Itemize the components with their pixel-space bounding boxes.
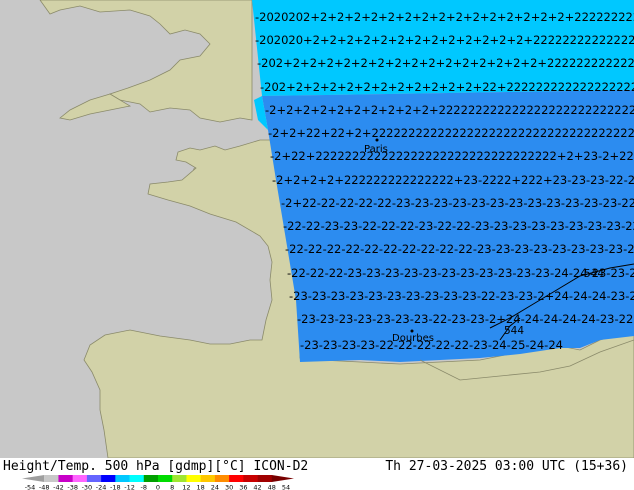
color-scale-segment	[214, 475, 230, 482]
city-label-dourbes: Dourbes	[392, 333, 434, 344]
map-title: Height/Temp. 500 hPa [gdmp][°C] ICON-D2	[3, 459, 309, 474]
color-scale-segment	[44, 475, 59, 482]
color-scale-segment	[101, 475, 116, 482]
color-scale-tick-label: 8	[170, 484, 174, 490]
contour-label: 544	[504, 325, 524, 337]
color-scale-segment	[58, 475, 73, 482]
color-scale-segment	[129, 475, 145, 482]
color-scale-segment	[200, 475, 216, 482]
weather-map: -2020202+2+2+2+2+2+2+2+2+2+2+2+2+2+2+2+2…	[0, 0, 634, 458]
temp-row: -2+2+2+2+2+2+2+2+2+2+2222222222222222222…	[265, 103, 634, 117]
color-scale-segment	[243, 475, 258, 482]
color-scale-tick-label: -54	[25, 484, 36, 490]
temp-row: -202020+2+2+2+2+2+2+2+2+2+2+2+2+2+222222…	[255, 33, 634, 47]
temp-row: -2+22+222222222222222222222222222222222+…	[270, 149, 634, 163]
color-scale-tick-label: -18	[110, 484, 121, 490]
color-scale-tick-label: 42	[253, 484, 261, 490]
map-timestamp: Th 27-03-2025 03:00 UTC (15+36)	[385, 459, 628, 474]
city-label-paris: Paris	[364, 144, 388, 155]
color-scale-segment	[172, 475, 187, 482]
color-scale-tick-label: -30	[82, 484, 93, 490]
color-scale-segment	[72, 475, 88, 482]
color-scale-tick-label: 12	[182, 484, 190, 490]
color-scale-segment	[115, 475, 130, 482]
temp-row: -23-23-23-23-23-23-23-22-23-23-2+24-24-2…	[297, 312, 633, 326]
color-scale-tick-label: 18	[197, 484, 205, 490]
temp-row: -22-22-23-23-22-22-22-23-22-22-23-23-23-…	[283, 219, 634, 233]
temp-row: -202+2+2+2+2+2+2+2+2+2+2+2+22+2222222222…	[260, 80, 634, 94]
temp-row: -2020202+2+2+2+2+2+2+2+2+2+2+2+2+2+2+2+2…	[255, 10, 634, 24]
color-scale-tick-label: 30	[225, 484, 233, 490]
color-scale-segment	[271, 475, 294, 482]
temp-row: -2+2+2+2+222222222222222+23-2222+222+23-…	[272, 173, 634, 187]
color-scale-tick-label: -38	[67, 484, 78, 490]
color-scale-tick-label: -12	[124, 484, 135, 490]
color-scale-tick-label: 48	[268, 484, 276, 490]
color-scale-tick-label: -24	[96, 484, 107, 490]
footer: Height/Temp. 500 hPa [gdmp][°C] ICON-D2 …	[0, 458, 634, 490]
color-scale-segment	[186, 475, 201, 482]
color-scale-segment	[229, 475, 244, 482]
color-scale-tick-label: -42	[53, 484, 64, 490]
contour-label: 544	[584, 268, 604, 280]
color-scale-tick-label: -8	[141, 484, 147, 490]
temp-row: -2+22-22-22-22-22-23-23-23-23-23-23-23-2…	[281, 196, 634, 210]
temp-row: -202+2+2+2+2+2+2+2+2+2+2+2+2+2+2+2+22222…	[257, 56, 634, 70]
color-scale-segment	[22, 475, 45, 482]
color-scale-tick-label: -48	[39, 484, 50, 490]
temp-row: -2+2+22+22+2+222222222222222222222222222…	[268, 126, 634, 140]
color-scale-segment	[158, 475, 173, 482]
color-scale-segment	[257, 475, 273, 482]
temp-row: -22-22-22-23-23-23-23-23-23-23-23-23-23-…	[287, 266, 634, 280]
color-scale-segment	[143, 475, 159, 482]
color-scale-tick-label: 24	[211, 484, 219, 490]
temp-row: -22-22-22-22-22-22-22-22-22-22-23-23-23-…	[285, 242, 634, 256]
temp-row: -23-23-23-23-23-23-23-23-23-23-22-23-23-…	[289, 289, 634, 303]
temperature-labels: -2020202+2+2+2+2+2+2+2+2+2+2+2+2+2+2+2+2…	[255, 10, 634, 352]
color-scale: -54 -48 -42 -38 -30 -24 -18 -12 -8 0 8 12 18 24 30 36 42…	[22, 475, 294, 490]
color-scale-tick-label: 54	[282, 484, 290, 490]
color-scale-segment	[86, 475, 102, 482]
city-marker-paris	[375, 138, 379, 142]
color-scale-tick-label: 36	[239, 484, 247, 490]
color-scale-tick-label: 0	[156, 484, 160, 490]
